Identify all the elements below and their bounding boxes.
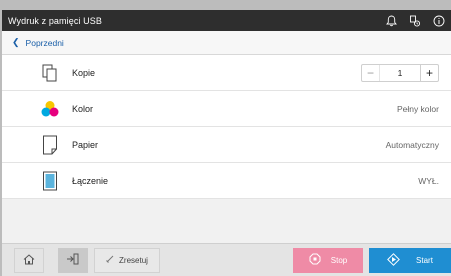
title-bar: Wydruk z pamięci USB [2,10,451,31]
back-link[interactable]: ❮ Poprzedni [2,31,451,55]
home-button[interactable] [14,247,44,273]
home-icon [23,253,35,267]
setting-label: Kopie [72,67,96,78]
screen-title: Wydruk z pamięci USB [8,15,102,26]
stop-button[interactable]: Stop [293,247,363,273]
reset-button[interactable]: Zresetuj [94,247,160,273]
reset-label: Zresetuj [119,255,148,265]
setting-label: Łączenie [72,175,109,186]
start-icon [387,252,400,268]
color-icon [40,99,60,119]
start-button[interactable]: Start [369,247,451,273]
setting-value: WYŁ. [418,175,439,186]
start-label: Start [416,255,433,265]
back-label: Poprzedni [25,37,64,48]
copies-value: 1 [397,67,403,78]
logout-icon [66,253,80,267]
title-bar-icons [385,15,451,27]
chevron-left-icon: ❮ [12,37,20,47]
copies-icon [40,63,60,83]
setting-row-copies[interactable]: Kopie − 1 + [2,55,451,91]
device-status-icon[interactable] [409,15,421,27]
setting-value: Automatyczny [385,139,439,150]
settings-list: Kopie − 1 + Kolor Pełny kolor Papier Aut… [2,55,451,199]
setting-label: Kolor [72,103,94,114]
paper-icon [40,135,60,155]
reset-icon [106,255,114,265]
copies-stepper: − 1 + [361,63,439,82]
bottom-bar: Zresetuj Stop Start [2,243,451,276]
setting-label: Papier [72,139,99,150]
increment-button[interactable]: + [420,64,438,81]
info-icon[interactable] [433,15,445,27]
device-bezel: Wydruk z pamięci USB ❮ Poprzedni Kopie − [0,0,451,276]
stop-icon [309,253,321,267]
combine-icon [40,171,60,191]
setting-value: Pełny kolor [396,103,439,114]
access-button[interactable] [58,247,88,273]
setting-row-paper[interactable]: Papier Automatyczny [2,127,451,163]
stop-label: Stop [330,255,348,265]
setting-row-color[interactable]: Kolor Pełny kolor [2,91,451,127]
setting-row-combine[interactable]: Łączenie WYŁ. [2,163,451,199]
decrement-button[interactable]: − [362,64,380,81]
bell-icon[interactable] [385,15,397,27]
touch-screen: Wydruk z pamięci USB ❮ Poprzedni Kopie − [2,10,451,276]
